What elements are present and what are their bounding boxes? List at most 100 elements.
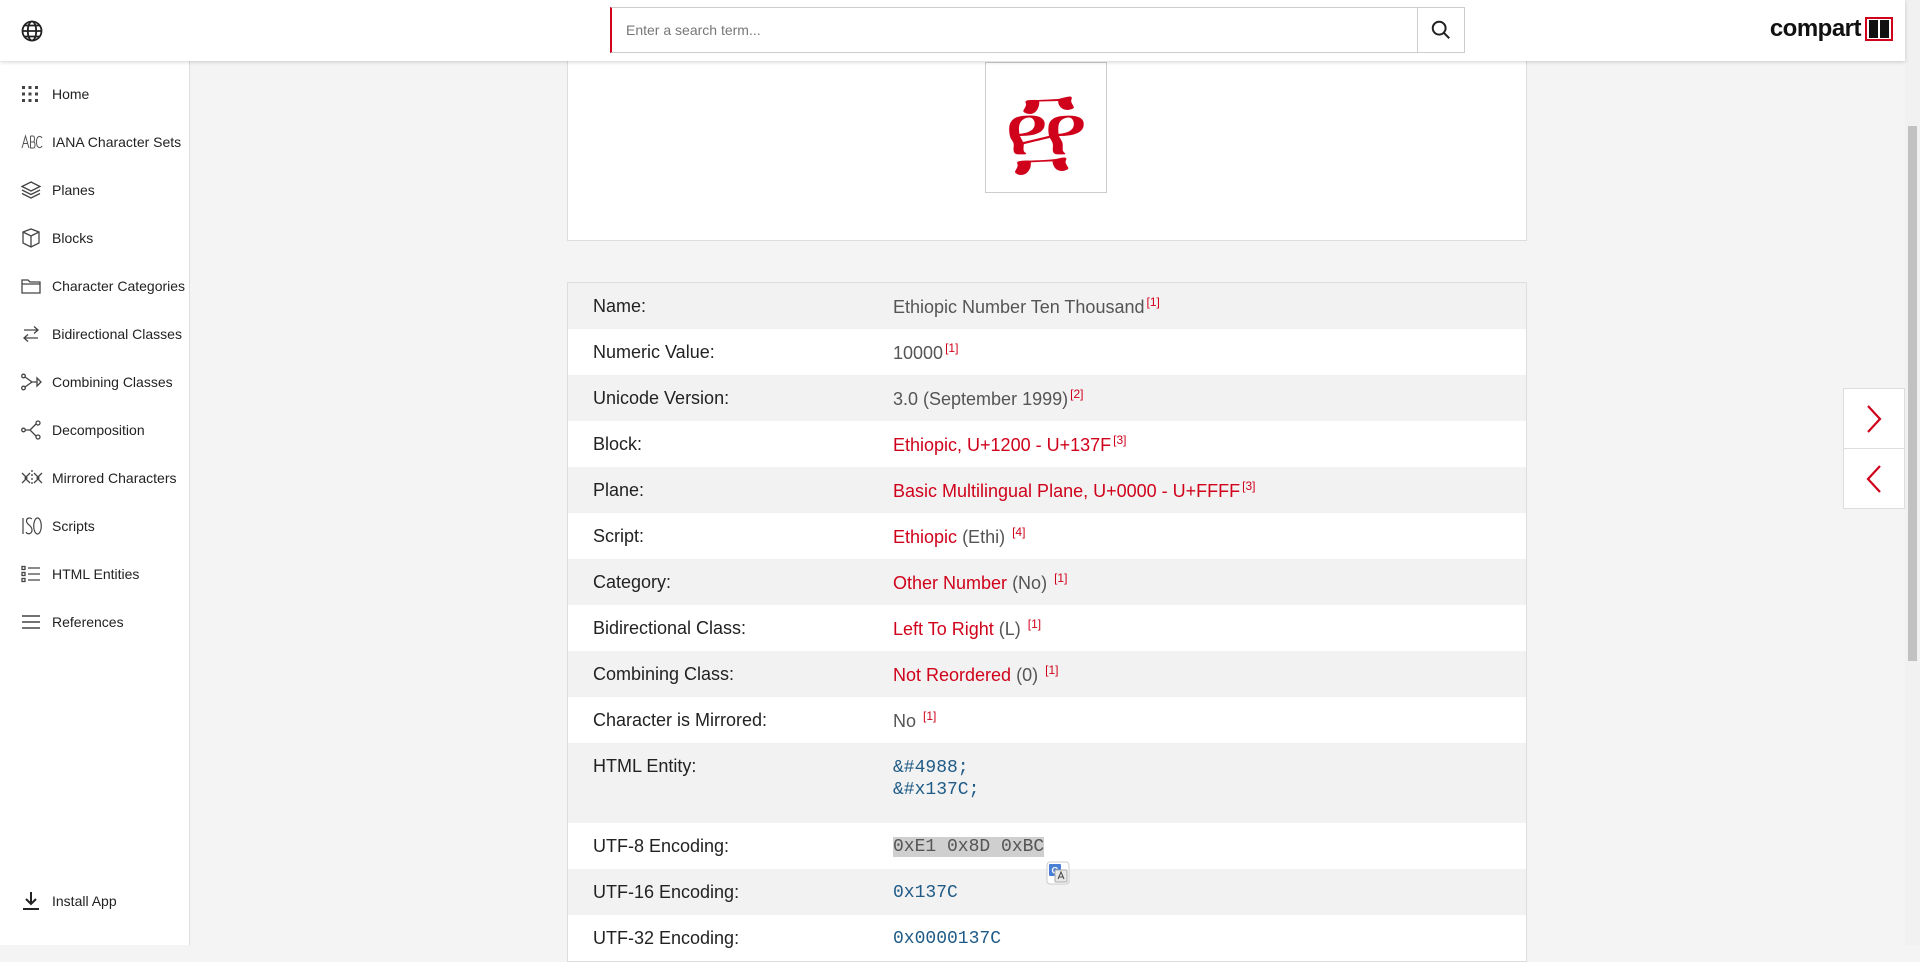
bidi-icon — [23, 326, 39, 342]
glyph-character: ፼ — [1004, 70, 1088, 183]
page-scrollbar[interactable] — [1905, 0, 1920, 945]
sidebar-label-blocks: Blocks — [52, 230, 94, 246]
sidebar-item-blocks[interactable]: Blocks — [0, 218, 189, 258]
decomposition-icon — [21, 420, 41, 440]
combining-label: Combining Class: — [593, 663, 735, 684]
top-bar: compart — [0, 0, 1905, 61]
translate-icon[interactable]: G — [1046, 861, 1070, 885]
combining-code: (0) — [1016, 664, 1039, 685]
category-reference-link[interactable]: [1] — [1054, 571, 1067, 585]
utf8-value-cell: 0xE1 0x8D 0xBC — [893, 835, 1045, 857]
script-label: Script: — [593, 525, 645, 546]
character-properties-table: Name: Ethiopic Number Ten Thousand [1] Nu… — [567, 282, 1527, 962]
plane-label: Plane: — [593, 479, 645, 500]
search-button[interactable] — [1417, 8, 1464, 52]
sidebar-item-iana-character-sets[interactable]: IANA Character Sets — [0, 122, 189, 162]
utf32-value-cell: 0x0000137C — [893, 927, 1001, 949]
combining-reference-link[interactable]: [1] — [1045, 663, 1058, 677]
glyph-preview: ፼ — [985, 62, 1107, 193]
mirrored-value: No — [893, 710, 917, 731]
utf16-value[interactable]: 0x137C — [893, 883, 958, 903]
previous-character-button[interactable] — [1844, 449, 1904, 508]
sidebar-label-home: Home — [52, 86, 90, 102]
search-icon — [1431, 20, 1450, 39]
category-label: Category: — [593, 571, 672, 592]
sidebar-item-character-categories[interactable]: Character Categories — [0, 266, 189, 306]
combining-icon — [21, 373, 42, 391]
script-link[interactable]: Ethiopic — [893, 527, 957, 547]
sidebar-item-planes[interactable]: Planes — [0, 170, 189, 210]
utf32-value[interactable]: 0x0000137C — [893, 929, 1001, 949]
table-row-bidirectional-class: Bidirectional Class: Left To Right (L) [… — [568, 605, 1526, 651]
sidebar-item-decomposition[interactable]: Decomposition — [0, 410, 189, 450]
next-character-button[interactable] — [1844, 389, 1904, 449]
install-app-button[interactable]: Install App — [0, 881, 189, 921]
block-value-cell: Ethiopic, U+1200 - U+137F [3] — [893, 433, 1126, 456]
sidebar-item-bidirectional-classes[interactable]: Bidirectional Classes — [0, 314, 189, 354]
sidebar-item-combining-classes[interactable]: Combining Classes — [0, 362, 189, 402]
name-value-cell: Ethiopic Number Ten Thousand [1] — [893, 295, 1160, 318]
sidebar-item-references[interactable]: References — [0, 602, 189, 642]
chevron-right-icon — [1867, 404, 1882, 433]
block-label: Block: — [593, 433, 643, 454]
table-row-category: Category: Other Number (No) [1] — [568, 559, 1526, 605]
bidi-reference-link[interactable]: [1] — [1028, 617, 1041, 631]
mirrored-label: Character is Mirrored: — [593, 709, 768, 730]
sidebar-label-scripts: Scripts — [52, 518, 95, 534]
search-input[interactable] — [612, 8, 1417, 52]
sidebar-item-html-entities[interactable]: HTML Entities — [0, 554, 189, 594]
sidebar-label-character-categories: Character Categories — [52, 278, 186, 294]
html-entity-values: &#4988; &#x137C; — [893, 756, 979, 800]
bidi-label: Bidirectional Class: — [593, 617, 747, 638]
html-entity-label: HTML Entity: — [593, 756, 697, 776]
mirrored-value-cell: No [1] — [893, 709, 936, 732]
glyph-card: ፼ — [567, 40, 1527, 241]
block-icon — [22, 228, 40, 248]
utf8-value[interactable]: 0xE1 0x8D 0xBC — [893, 837, 1045, 857]
logo-text: compart — [1769, 15, 1862, 42]
sidebar-item-scripts[interactable]: Scripts — [0, 506, 189, 546]
table-row-script: Script: Ethiopic (Ethi) [4] — [568, 513, 1526, 559]
folder-icon — [21, 279, 41, 294]
sidebar-label-iana-character-sets: IANA Character Sets — [52, 134, 182, 150]
sidebar-label-mirrored-characters: Mirrored Characters — [52, 470, 177, 486]
grid-icon — [22, 86, 38, 102]
sidebar-label-decomposition: Decomposition — [52, 422, 145, 438]
utf16-value-cell: 0x137C — [893, 881, 958, 903]
name-reference-link[interactable]: [1] — [1147, 295, 1160, 309]
plane-reference-link[interactable]: [3] — [1242, 479, 1255, 493]
menu-icon — [22, 615, 40, 629]
table-row-mirrored: Character is Mirrored: No [1] — [568, 697, 1526, 743]
sidebar-item-home[interactable]: Home — [0, 74, 189, 114]
category-link[interactable]: Other Number — [893, 573, 1007, 593]
scrollbar-thumb[interactable] — [1908, 126, 1917, 661]
globe-icon[interactable] — [20, 19, 44, 43]
version-reference-link[interactable]: [2] — [1070, 387, 1083, 401]
numeric-value-label: Numeric Value: — [593, 341, 715, 362]
sidebar-label-bidirectional-classes: Bidirectional Classes — [52, 326, 182, 342]
table-row-plane: Plane: Basic Multilingual Plane, U+0000 … — [568, 467, 1526, 513]
sidebar-label-planes: Planes — [52, 182, 95, 198]
combining-value-cell: Not Reordered (0) [1] — [893, 663, 1058, 686]
block-reference-link[interactable]: [3] — [1113, 433, 1126, 447]
bidi-link[interactable]: Left To Right — [893, 619, 994, 639]
iso-icon — [22, 517, 42, 535]
table-row-name: Name: Ethiopic Number Ten Thousand [1] — [568, 283, 1526, 329]
numeric-value: 10000 — [893, 342, 944, 363]
name-label: Name: — [593, 295, 647, 316]
html-entity-hex[interactable]: &#x137C; — [893, 780, 979, 800]
numeric-value-cell: 10000 [1] — [893, 341, 958, 364]
html-entity-decimal[interactable]: &#4988; — [893, 758, 969, 778]
plane-link[interactable]: Basic Multilingual Plane, U+0000 - U+FFF… — [893, 481, 1240, 501]
script-reference-link[interactable]: [4] — [1012, 525, 1025, 539]
mirrored-reference-link[interactable]: [1] — [923, 709, 936, 723]
block-link[interactable]: Ethiopic, U+1200 - U+137F — [893, 435, 1111, 455]
search-bar — [610, 7, 1465, 53]
numeric-reference-link[interactable]: [1] — [945, 341, 958, 355]
chevron-left-icon — [1866, 464, 1881, 493]
combining-link[interactable]: Not Reordered — [893, 665, 1011, 685]
sidebar-item-mirrored-characters[interactable]: Mirrored Characters — [0, 458, 189, 498]
compart-logo[interactable]: compart — [1770, 14, 1894, 44]
abc-icon — [21, 134, 43, 149]
script-code: (Ethi) — [962, 526, 1006, 547]
